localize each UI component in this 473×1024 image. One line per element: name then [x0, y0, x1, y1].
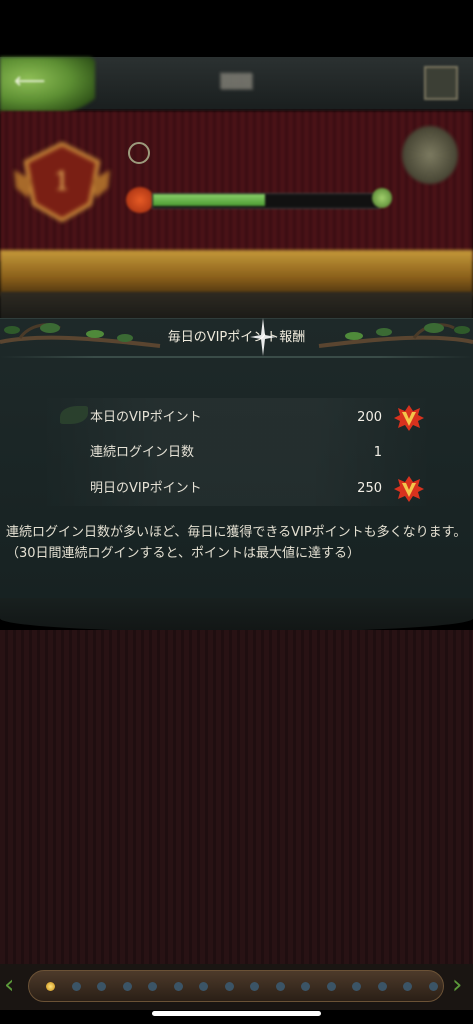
vip-progress-hint-blurred [156, 219, 376, 233]
popup-note: 連続ログイン日数が多いほど、毎日に獲得できるVIPポイントも多くなります。（30… [6, 525, 467, 561]
vip-rank-numeral: 1 [54, 167, 71, 197]
vip-next-level-icon [372, 188, 392, 208]
row-value: 200 [357, 410, 382, 425]
back-arrow-icon: ⟵ [14, 69, 46, 94]
home-indicator [152, 1011, 321, 1016]
vip-player-info-blurred [128, 142, 288, 164]
page-dot[interactable] [199, 982, 208, 991]
gift-box-icon[interactable] [424, 66, 458, 100]
page-dot[interactable] [123, 982, 132, 991]
row-label: 本日のVIPポイント [90, 410, 202, 425]
page-dot[interactable] [97, 982, 106, 991]
row-consecutive-login-days: 連続ログイン日数 1 [0, 436, 473, 470]
page-dot[interactable] [276, 982, 285, 991]
sparkle-icon [250, 318, 276, 356]
popup-title: 毎日のVIPポイント報酬 [167, 330, 306, 345]
page-dot[interactable] [301, 982, 310, 991]
vip-v-icon [394, 476, 424, 502]
vip-shop-icon[interactable] [402, 126, 458, 184]
nav-title-blurred: ▒▒▒ [220, 74, 253, 90]
vip-rank-emblem-icon: 1 [14, 141, 110, 223]
page-prev-icon[interactable]: ‹ [4, 970, 24, 1000]
row-value: 250 [357, 481, 382, 496]
popup-bottom-edge [0, 598, 473, 632]
page-dot[interactable] [352, 982, 361, 991]
status-bar [0, 0, 473, 57]
vip-progress-fill [153, 194, 265, 206]
page-dot[interactable] [46, 982, 55, 991]
page-dot[interactable] [429, 982, 438, 991]
page-dot[interactable] [403, 982, 412, 991]
row-value: 1 [373, 445, 382, 460]
page-dot[interactable] [174, 982, 183, 991]
page-next-icon[interactable]: › [452, 970, 472, 1000]
vip-level-icon [126, 187, 154, 213]
row-tomorrow-vip-points: 明日のVIPポイント 250 [0, 472, 473, 506]
page-dot[interactable] [327, 982, 336, 991]
page-dot[interactable] [225, 982, 234, 991]
background-curtain [0, 630, 473, 970]
page-dot[interactable] [378, 982, 387, 991]
page-dot[interactable] [250, 982, 259, 991]
vip-v-icon [394, 405, 424, 431]
gold-scroll-banner [0, 250, 473, 296]
page-dot[interactable] [72, 982, 81, 991]
row-label: 連続ログイン日数 [90, 445, 195, 460]
row-label: 明日のVIPポイント [90, 481, 202, 496]
row-today-vip-points: 本日のVIPポイント 200 [0, 401, 473, 435]
title-divider [0, 356, 473, 358]
page-dot[interactable] [148, 982, 157, 991]
